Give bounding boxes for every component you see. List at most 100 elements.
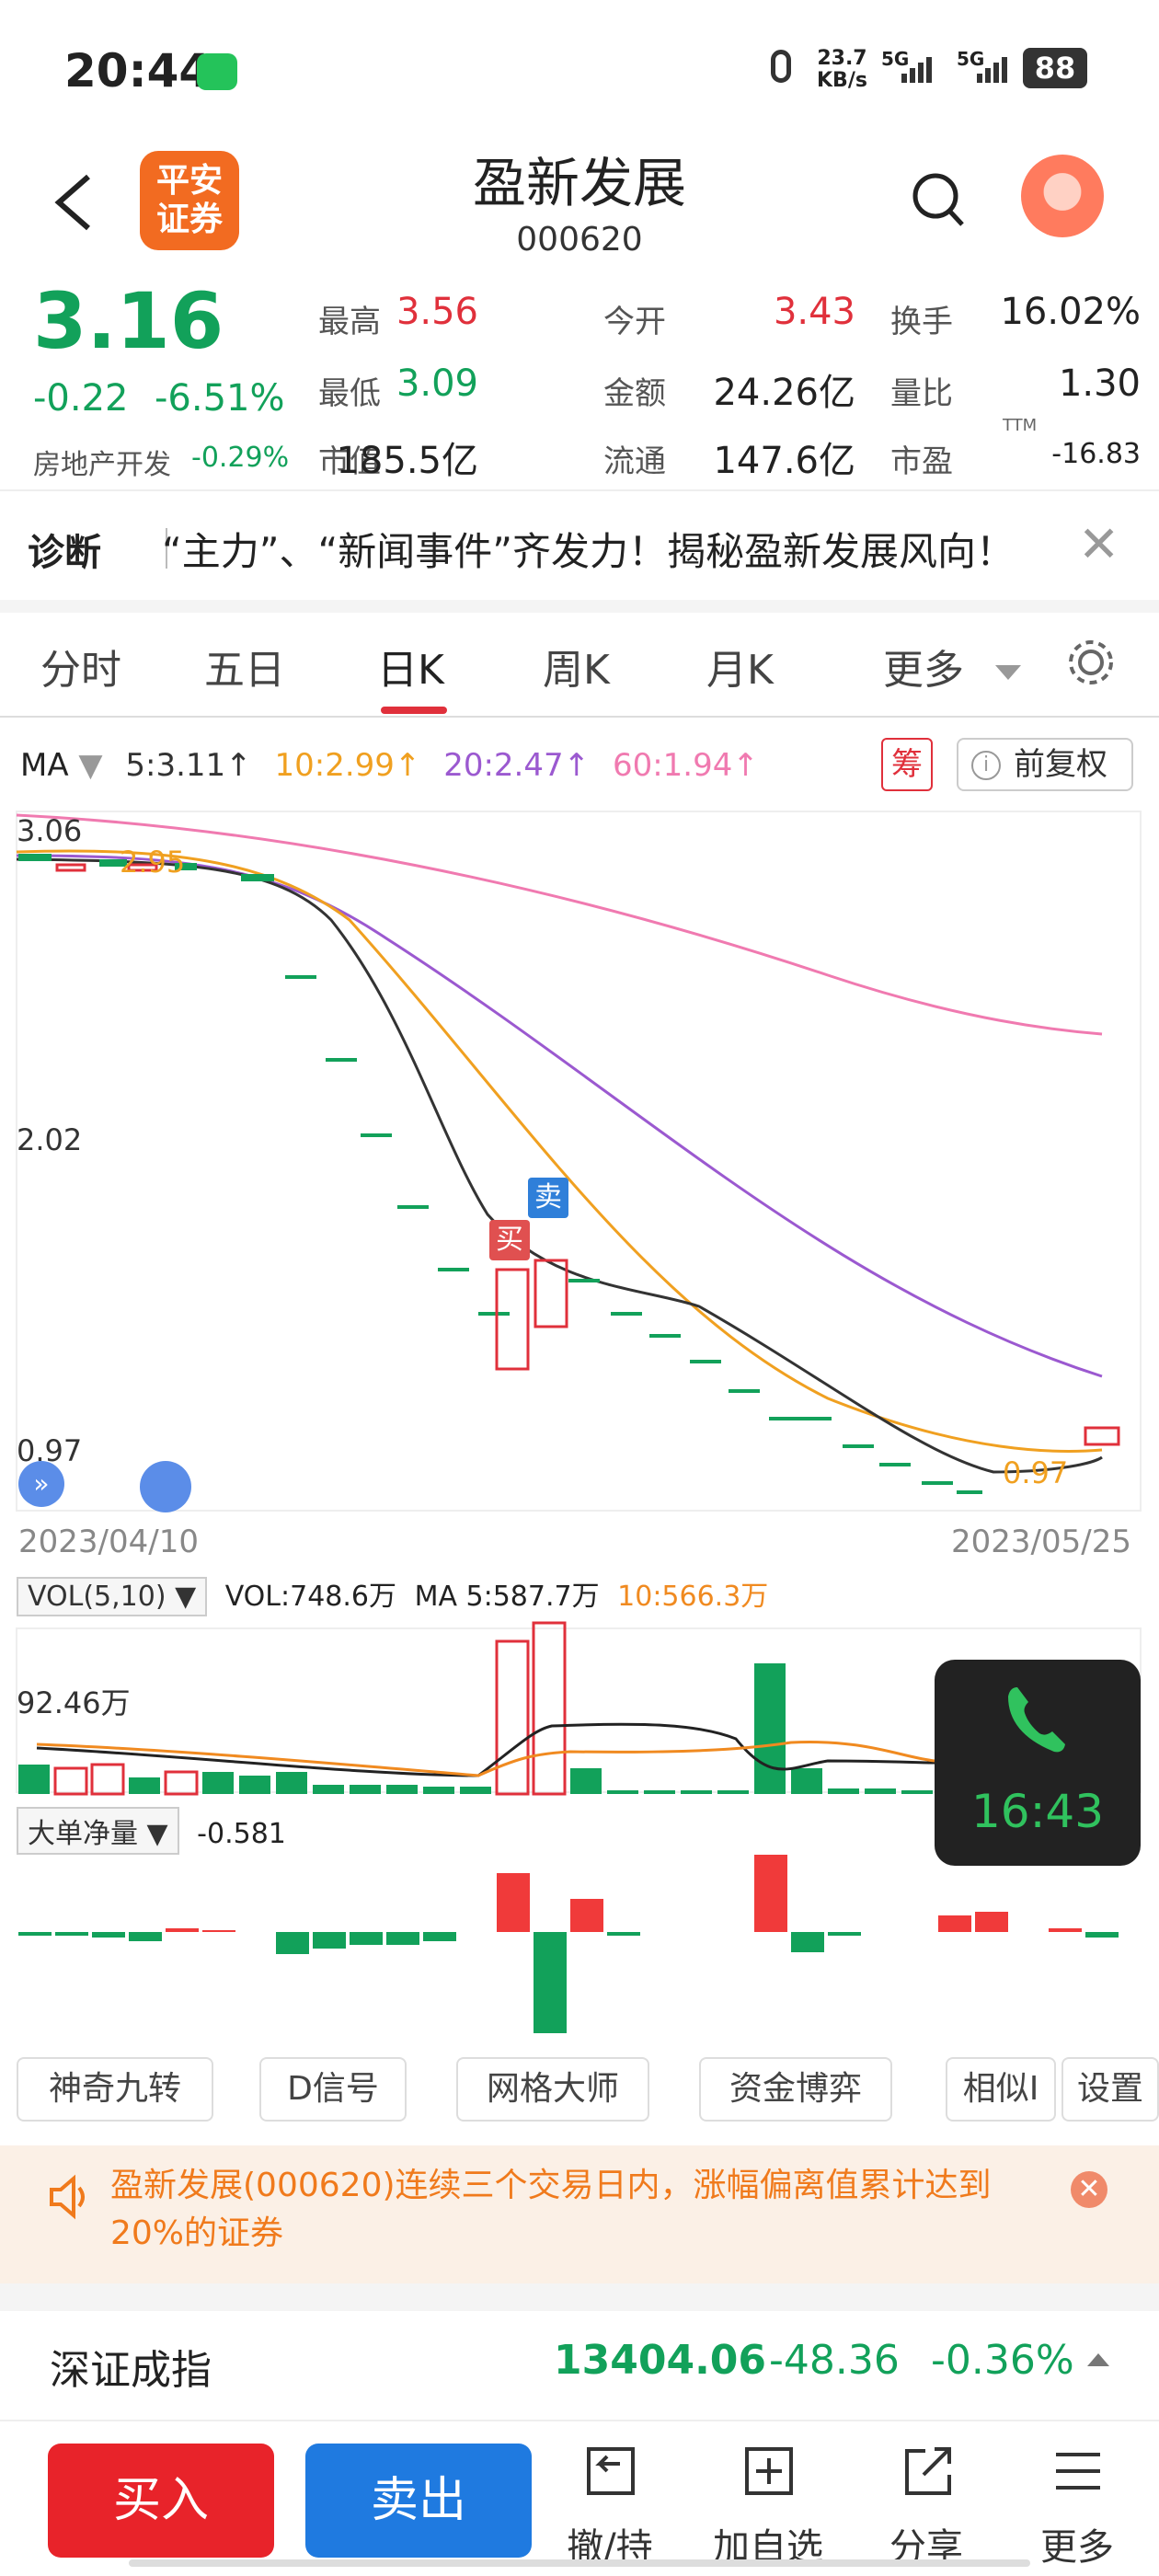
buy-signal-marker[interactable]: 买 (489, 1220, 530, 1260)
settings-button[interactable] (1065, 637, 1117, 692)
index-value: 13404.06 (554, 2337, 767, 2384)
flow-bar (828, 1932, 861, 1936)
tab-more[interactable]: 更多 (883, 637, 1021, 696)
assistant-avatar[interactable] (1021, 155, 1104, 237)
volume-bar (460, 1787, 491, 1794)
stat-label: 流通 (603, 443, 666, 480)
tool-capital-game[interactable]: 资金博弈 (699, 2057, 892, 2122)
price-change: -0.22 (33, 377, 129, 420)
y-max-label: 3.06 (17, 813, 83, 848)
candlestick (729, 1389, 760, 1393)
section-gap (0, 2283, 1159, 2311)
buy-button[interactable]: 买入 (48, 2444, 274, 2558)
tool-grid-master[interactable]: 网格大师 (456, 2057, 649, 2122)
add-watchlist-button[interactable]: 加自选 (708, 2444, 828, 2569)
tab-intraday[interactable]: 分时 (40, 637, 121, 696)
signal-icon (901, 57, 935, 83)
diagnosis-label: 诊断 (28, 532, 101, 574)
flow-bar (534, 1932, 567, 2033)
sell-signal-marker[interactable]: 卖 (528, 1178, 568, 1218)
diagnosis-text[interactable]: “主力”、“新闻事件”齐发力！揭秘盈新发展风向！ (162, 521, 1015, 577)
volume-bar (901, 1790, 933, 1794)
ma5-line (16, 857, 1103, 1474)
candlestick (241, 874, 274, 881)
candlestick (769, 1417, 800, 1420)
divider (0, 2420, 1159, 2421)
volume-bar (681, 1790, 712, 1794)
volume-indicator-selector[interactable]: VOL(5,10) ▼ (17, 1577, 208, 1616)
tab-weekly-k[interactable]: 周K (543, 637, 610, 696)
battery-indicator: 88 (1023, 48, 1087, 88)
cancel-hold-button[interactable]: 撤/持 (550, 2444, 670, 2569)
gear-icon (1069, 640, 1113, 684)
flow-indicator-selector[interactable]: 大单净量 ▼ (17, 1807, 179, 1855)
volume-bar (495, 1639, 530, 1796)
volume-bar (532, 1621, 567, 1796)
stat-label: 金额 (603, 375, 666, 412)
sector-name[interactable]: 房地产开发 (33, 442, 171, 482)
stat-label: 换手 (890, 304, 953, 340)
volume-bar (607, 1790, 638, 1794)
tool-d-signal[interactable]: D信号 (259, 2057, 407, 2122)
share-button[interactable]: 分享 (866, 2444, 986, 2569)
stat-value: 185.5亿 (336, 440, 478, 482)
call-floating-bubble[interactable]: 16:43 (935, 1660, 1141, 1866)
stock-code: 000620 (516, 221, 643, 259)
flow-bar (386, 1932, 419, 1945)
flow-bar (791, 1932, 824, 1952)
share-icon (905, 2447, 951, 2495)
tool-settings[interactable]: 设置 (1061, 2057, 1159, 2122)
flow-bar (497, 1873, 530, 1932)
volume-bar (53, 1766, 88, 1796)
call-duration: 16:43 (970, 1785, 1105, 1838)
chevron-up-icon[interactable] (1087, 2353, 1109, 2366)
flow-bar (166, 1928, 199, 1932)
stat-value: 16.02% (1000, 291, 1141, 333)
phone-icon (1008, 1687, 1065, 1753)
search-button[interactable] (911, 171, 966, 230)
flow-bar (129, 1932, 162, 1941)
candlestick (326, 1058, 357, 1062)
expand-icon[interactable]: » (18, 1461, 64, 1507)
tool-magic-nine[interactable]: 神奇九转 (17, 2057, 213, 2122)
candlestick (397, 1205, 429, 1209)
plus-square-icon (745, 2447, 793, 2495)
candlestick (18, 854, 52, 861)
volume-bar (791, 1768, 822, 1794)
chip-distribution-button[interactable]: 筹 (881, 738, 933, 791)
volume-bar (313, 1785, 344, 1794)
index-change: -48.36 (769, 2337, 900, 2384)
flow-bar (202, 1930, 235, 1932)
ma-lines (16, 813, 1103, 1474)
sector-change: -0.29% (191, 442, 290, 474)
diagnosis-close-button[interactable]: ✕ (1078, 515, 1119, 573)
ma60-value: 60:1.94↑ (612, 747, 759, 784)
divider (0, 716, 1159, 718)
tab-daily-k[interactable]: 日K (377, 637, 444, 696)
sell-button[interactable]: 卖出 (305, 2444, 532, 2558)
ma-selector[interactable]: MA ▼ (20, 747, 103, 784)
flow-bar (423, 1932, 456, 1941)
notice-text[interactable]: 盈新发展(000620)连续三个交易日内，涨幅偏离值累计达到20%的证券 (110, 2162, 1049, 2258)
notice-close-button[interactable]: ✕ (1071, 2171, 1107, 2208)
index-name[interactable]: 深证成指 (50, 2337, 212, 2396)
candlestick (957, 1490, 982, 1494)
fullscreen-icon[interactable] (140, 1461, 191, 1512)
dropdown-arrow-icon: ▼ (78, 747, 103, 784)
tab-five-day[interactable]: 五日 (204, 637, 285, 696)
index-change-percent: -0.36% (931, 2337, 1074, 2384)
speaker-icon (46, 2173, 94, 2225)
ma10-value: 10:2.99↑ (274, 747, 421, 784)
y-mid-label: 2.02 (17, 1122, 83, 1157)
volume-bar (276, 1772, 307, 1794)
section-gap (0, 600, 1159, 613)
menu-icon (1056, 2453, 1100, 2490)
candlestick (361, 1133, 392, 1137)
more-button[interactable]: 更多 (1017, 2444, 1137, 2569)
price-adjust-button[interactable]: i 前复权 (957, 738, 1133, 791)
tab-monthly-k[interactable]: 月K (706, 637, 774, 696)
candlestick (55, 863, 86, 872)
high-marker: 2.95 (120, 845, 186, 880)
cancel-order-icon (587, 2447, 635, 2495)
tool-similar[interactable]: 相似I (946, 2057, 1056, 2122)
